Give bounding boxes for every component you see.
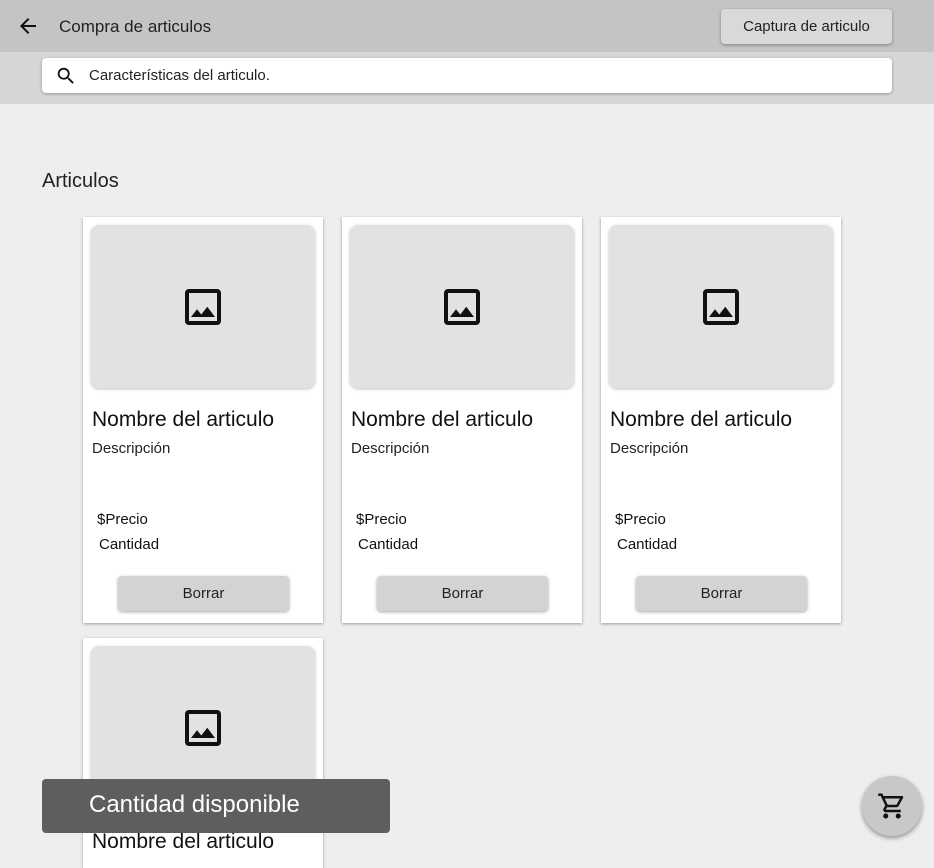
article-description: Descripción bbox=[92, 440, 171, 457]
app-bar: Compra de articulos Captura de articulo bbox=[0, 0, 934, 52]
article-card: Nombre del articulo Descripción $Precio … bbox=[342, 217, 582, 623]
article-quantity: Cantidad bbox=[617, 536, 678, 553]
article-price: $Precio bbox=[97, 511, 148, 528]
article-card: Nombre del articulo bbox=[83, 638, 323, 868]
article-quantity: Cantidad bbox=[99, 536, 160, 553]
article-image bbox=[350, 225, 574, 388]
article-quantity: Cantidad bbox=[358, 536, 419, 553]
arrow-left-icon bbox=[20, 18, 36, 34]
article-name: Nombre del articulo bbox=[351, 408, 534, 431]
article-name: Nombre del articulo bbox=[92, 408, 275, 431]
image-icon bbox=[444, 288, 480, 325]
article-name: Nombre del articulo bbox=[92, 830, 275, 853]
capture-article-button[interactable]: Captura de articulo bbox=[721, 9, 892, 44]
image-icon bbox=[185, 709, 221, 746]
article-card: Nombre del articulo Descripción $Precio … bbox=[601, 217, 841, 623]
delete-button[interactable]: Borrar bbox=[377, 576, 548, 611]
article-card: Nombre del articulo Descripción $Precio … bbox=[83, 217, 323, 623]
delete-button[interactable]: Borrar bbox=[118, 576, 289, 611]
article-price: $Precio bbox=[615, 511, 666, 528]
search-icon bbox=[57, 67, 74, 84]
search-box bbox=[42, 58, 892, 93]
section-title: Articulos bbox=[42, 170, 119, 192]
article-price: $Precio bbox=[356, 511, 407, 528]
image-icon bbox=[185, 288, 221, 325]
cart-button[interactable] bbox=[862, 776, 922, 836]
search-input[interactable] bbox=[89, 58, 879, 93]
page-title: Compra de articulos bbox=[59, 17, 212, 36]
delete-button[interactable]: Borrar bbox=[636, 576, 807, 611]
article-name: Nombre del articulo bbox=[610, 408, 793, 431]
toast-text: Cantidad disponible bbox=[89, 791, 300, 818]
back-button[interactable] bbox=[12, 10, 44, 42]
article-image bbox=[91, 225, 315, 388]
shopping-cart-icon bbox=[878, 793, 904, 819]
article-description: Descripción bbox=[610, 440, 689, 457]
article-image bbox=[609, 225, 833, 388]
toast-message: Cantidad disponible bbox=[42, 779, 390, 833]
article-description: Descripción bbox=[351, 440, 430, 457]
image-icon bbox=[703, 288, 739, 325]
